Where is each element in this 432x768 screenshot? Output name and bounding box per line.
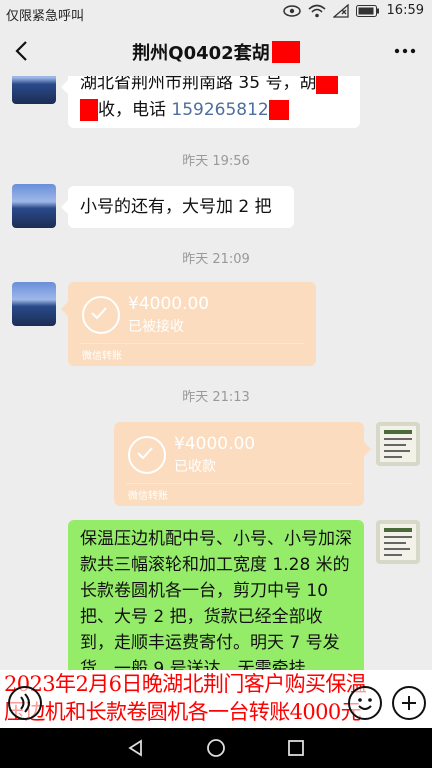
redaction-box [316, 76, 339, 94]
wifi-icon [308, 4, 326, 17]
divider [126, 483, 352, 484]
voice-input-icon[interactable] [8, 686, 42, 720]
redaction-box [80, 99, 98, 121]
address-line-2: 收，电话 [98, 100, 172, 120]
message-text: 保温压边机配中号、小号、小号加深款共三幅滚轮和加工宽度 1.28 米的长款卷圆机… [80, 529, 352, 679]
my-avatar[interactable] [376, 520, 420, 564]
signal-off-icon [332, 3, 349, 18]
transfer-label: 微信转账 [82, 351, 122, 362]
chat-title-text: 荆州Q0402套胡 [132, 43, 270, 64]
message-bubble[interactable]: 小号的还有，大号加 2 把 [61, 186, 294, 228]
transfer-card-received[interactable]: ¥4000.00 已被接收 微信转账 [61, 282, 316, 366]
contact-avatar[interactable] [12, 282, 56, 326]
transfer-status: 已被接收 [128, 319, 184, 335]
message-text: 小号的还有，大号加 2 把 [80, 197, 272, 217]
checkmark-icon [128, 436, 166, 474]
emoji-icon[interactable] [348, 686, 382, 720]
checkmark-icon [82, 296, 120, 334]
battery-icon [355, 4, 379, 17]
phone-number-link[interactable]: 159265812 [171, 100, 268, 120]
my-avatar[interactable] [376, 422, 420, 466]
more-options-icon[interactable] [392, 40, 418, 62]
system-nav-bar [0, 728, 432, 768]
contact-avatar[interactable] [12, 184, 56, 228]
message-list[interactable]: 湖北省荆州市荆南路 35 号，胡 收，电话 159265812 昨天 19:56… [0, 76, 432, 728]
carrier-text: 仅限紧急呼叫 [6, 9, 85, 24]
nav-home-icon[interactable] [206, 738, 226, 758]
transfer-amount: ¥4000.00 [174, 434, 256, 454]
redaction-box [271, 41, 300, 63]
transfer-status: 已收款 [174, 459, 216, 475]
timestamp: 昨天 21:09 [182, 252, 250, 267]
chat-header: 荆州Q0402套胡 [0, 26, 432, 76]
redaction-box [268, 100, 289, 120]
nav-back-icon[interactable] [126, 738, 146, 758]
clock-text: 16:59 [386, 3, 424, 18]
timestamp: 昨天 19:56 [182, 154, 250, 169]
message-bubble-address[interactable]: 湖北省荆州市荆南路 35 号，胡 收，电话 159265812 [61, 76, 360, 128]
contact-avatar[interactable] [12, 76, 56, 104]
status-icons: 16:59 [282, 3, 424, 18]
status-bar: 仅限紧急呼叫 16:59 [0, 0, 432, 26]
transfer-amount: ¥4000.00 [128, 294, 210, 314]
transfer-label: 微信转账 [128, 491, 168, 502]
chat-title: 荆州Q0402套胡 [0, 39, 432, 65]
timestamp: 昨天 21:13 [182, 390, 250, 405]
add-more-icon[interactable] [392, 686, 426, 720]
eye-icon [282, 4, 301, 17]
divider [80, 343, 304, 344]
address-line-1: 湖北省荆州市荆南路 35 号，胡 [80, 76, 317, 93]
nav-recents-icon[interactable] [286, 738, 306, 758]
transfer-card-sent[interactable]: ¥4000.00 已收款 微信转账 [114, 422, 371, 506]
